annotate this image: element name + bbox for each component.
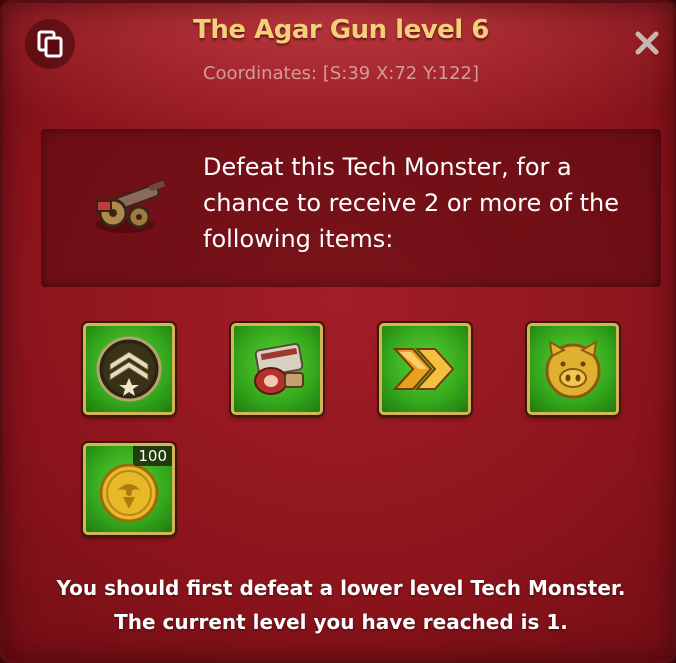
reward-item-rank[interactable] <box>83 323 175 415</box>
level-requirement-message: You should first defeat a lower level Te… <box>3 571 676 639</box>
reward-item-gold[interactable]: 100 <box>83 443 175 535</box>
agar-gun-icon <box>87 173 173 243</box>
food-meat-icon <box>254 343 304 395</box>
item-quantity-badge: 100 <box>133 446 172 466</box>
reward-item-speedup[interactable] <box>379 323 471 415</box>
requirement-line-1: You should first defeat a lower level Te… <box>56 576 626 600</box>
dialog-title: The Agar Gun level 6 <box>193 15 489 45</box>
close-icon <box>635 31 659 55</box>
reward-item-pig[interactable] <box>527 323 619 415</box>
close-button[interactable] <box>629 25 665 61</box>
pig-coin-icon <box>545 340 601 399</box>
rank-chevron-icon <box>96 336 162 402</box>
speedup-arrows-icon <box>392 348 455 390</box>
dialog-panel: The Agar Gun level 6 Coordinates: [S:39 … <box>0 0 676 663</box>
reward-item-food[interactable] <box>231 323 323 415</box>
requirement-line-2: The current level you have reached is 1. <box>114 610 568 634</box>
reward-description: Defeat this Tech Monster, for a chance t… <box>203 153 619 253</box>
coordinates-link[interactable]: Coordinates: [S:39 X:72 Y:122] <box>3 63 676 84</box>
